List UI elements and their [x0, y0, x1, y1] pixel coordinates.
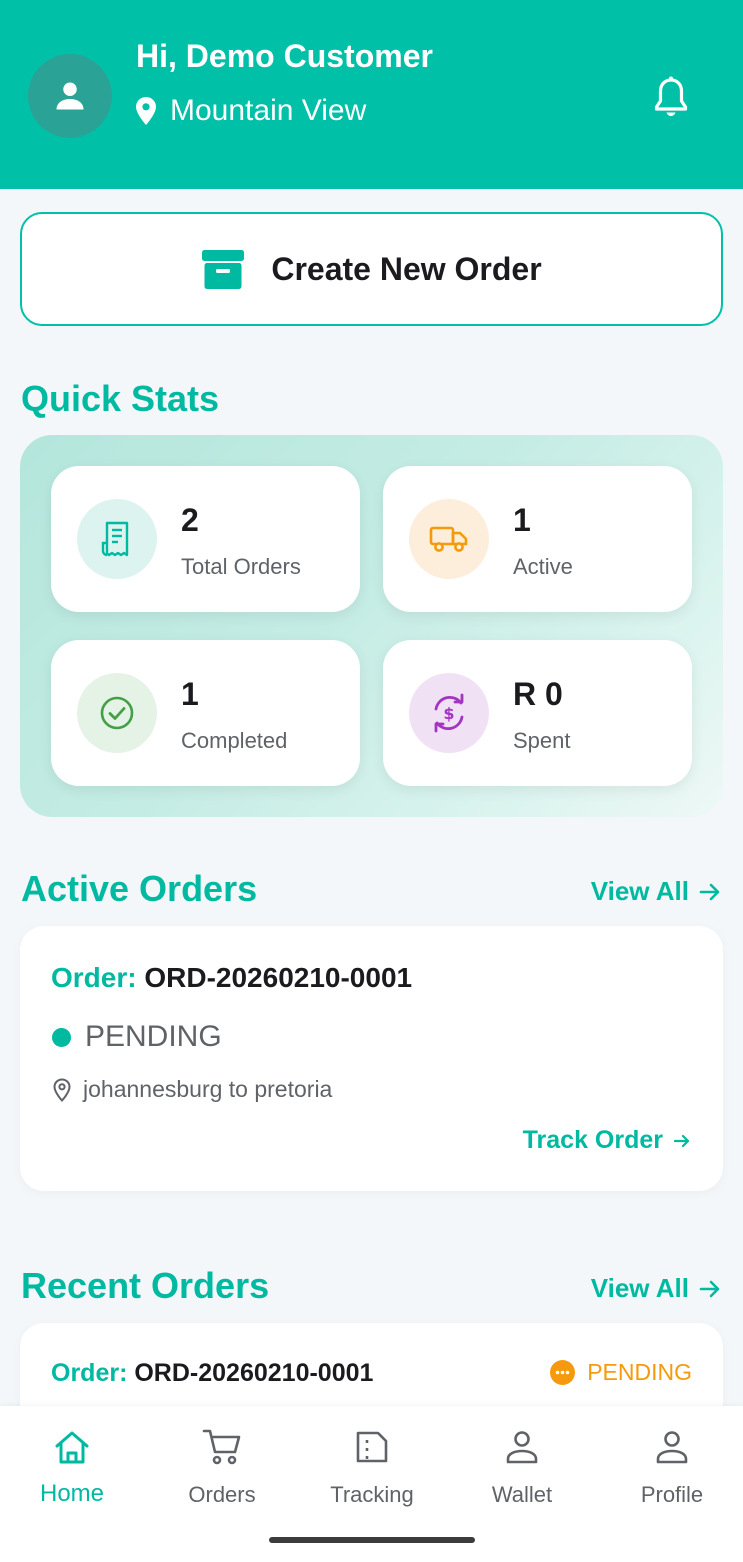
recent-orders-view-all-link[interactable]: View All [591, 1273, 721, 1304]
avatar[interactable] [28, 54, 112, 138]
location-pin-icon [136, 97, 156, 125]
active-orders-title: Active Orders [21, 868, 258, 909]
stat-value: 1 [181, 676, 199, 712]
nav-item-home[interactable]: Home [0, 1426, 146, 1516]
stat-icon-bg [409, 499, 489, 579]
stat-card-total-orders[interactable]: 2 Total Orders [51, 466, 360, 612]
nav-label: Home [39, 1480, 105, 1507]
nav-label: Wallet [491, 1482, 553, 1507]
status-dot [52, 1027, 71, 1047]
stat-icon-bg [77, 499, 157, 579]
track-order-label: Track Order [522, 1126, 663, 1154]
cart-icon [202, 1429, 241, 1465]
quick-stats-panel: 2 Total Orders 1 Active 1 Completed $ R … [20, 435, 723, 817]
map-icon [356, 1431, 388, 1463]
nav-item-wallet[interactable]: Wallet [448, 1426, 596, 1516]
currency-exchange-icon: $ [434, 693, 464, 733]
check-circle-icon [100, 696, 134, 730]
nav-label: Profile [640, 1482, 704, 1507]
active-orders-view-all-link[interactable]: View All [591, 876, 721, 907]
stat-label: Completed [181, 728, 288, 753]
stat-icon-bg [77, 673, 157, 753]
order-prefix: Order: [51, 1359, 128, 1387]
status-badge-text: PENDING [587, 1359, 692, 1385]
location-outline-icon [53, 1077, 71, 1102]
nav-item-tracking[interactable]: Tracking [298, 1426, 446, 1516]
archive-box-icon [202, 250, 245, 289]
stat-label: Spent [513, 728, 571, 753]
person-outline-icon [506, 1431, 538, 1464]
create-new-order-label: Create New Order [271, 250, 542, 287]
nav-item-profile[interactable]: Profile [598, 1426, 743, 1516]
order-prefix: Order: [51, 962, 137, 993]
view-all-label: View All [590, 1273, 689, 1303]
quick-stats-title: Quick Stats [21, 378, 220, 419]
location-text: Mountain View [170, 94, 367, 127]
nav-label: Orders [188, 1482, 256, 1507]
recent-orders-title: Recent Orders [21, 1265, 270, 1306]
person-icon [56, 82, 84, 110]
receipt-icon [101, 521, 129, 557]
status-badge: PENDING [550, 1359, 692, 1386]
stat-icon-bg: $ [409, 673, 489, 753]
svg-text:$: $ [443, 704, 454, 723]
create-new-order-button[interactable]: Create New Order [20, 212, 723, 326]
app-header: Hi, Demo Customer Mountain View [0, 0, 743, 189]
arrow-right-icon [699, 1280, 720, 1297]
order-number: ORD-20260210-0001 [144, 962, 413, 993]
order-number-line: Order: ORD-20260210-0001 [51, 1359, 373, 1388]
more-horiz-icon [550, 1360, 576, 1385]
nav-label: Tracking [330, 1482, 414, 1507]
active-order-card[interactable]: Order: ORD-20260210-0001 PENDING johanne… [20, 926, 723, 1191]
stat-label: Total Orders [181, 554, 301, 579]
stat-card-active[interactable]: 1 Active [383, 466, 692, 612]
person-outline-icon [656, 1431, 688, 1464]
stat-value: 1 [513, 502, 531, 538]
home-indicator[interactable] [269, 1537, 475, 1543]
nav-item-orders[interactable]: Orders [148, 1426, 296, 1516]
stat-card-completed[interactable]: 1 Completed [51, 640, 360, 786]
stat-value: R 0 [513, 676, 563, 712]
view-all-label: View All [590, 876, 689, 906]
order-route: johannesburg to pretoria [53, 1076, 332, 1103]
arrow-right-icon [699, 883, 720, 900]
order-status-text: PENDING [85, 1020, 222, 1053]
bell-icon [654, 76, 688, 116]
arrow-right-icon [673, 1134, 690, 1147]
truck-icon [429, 526, 468, 552]
order-status: PENDING [52, 1020, 222, 1054]
stat-value: 2 [181, 502, 199, 538]
order-route-text: johannesburg to pretoria [83, 1076, 333, 1102]
stat-card-spent[interactable]: $ R 0 Spent [383, 640, 692, 786]
stat-label: Active [513, 554, 573, 579]
home-icon [55, 1431, 89, 1464]
location-row[interactable]: Mountain View [136, 94, 366, 128]
order-number-line: Order: ORD-20260210-0001 [51, 962, 412, 994]
greeting-text: Hi, Demo Customer [136, 38, 433, 74]
track-order-link[interactable]: Track Order [523, 1126, 691, 1155]
notifications-button[interactable] [650, 74, 692, 120]
order-number: ORD-20260210-0001 [134, 1359, 374, 1387]
